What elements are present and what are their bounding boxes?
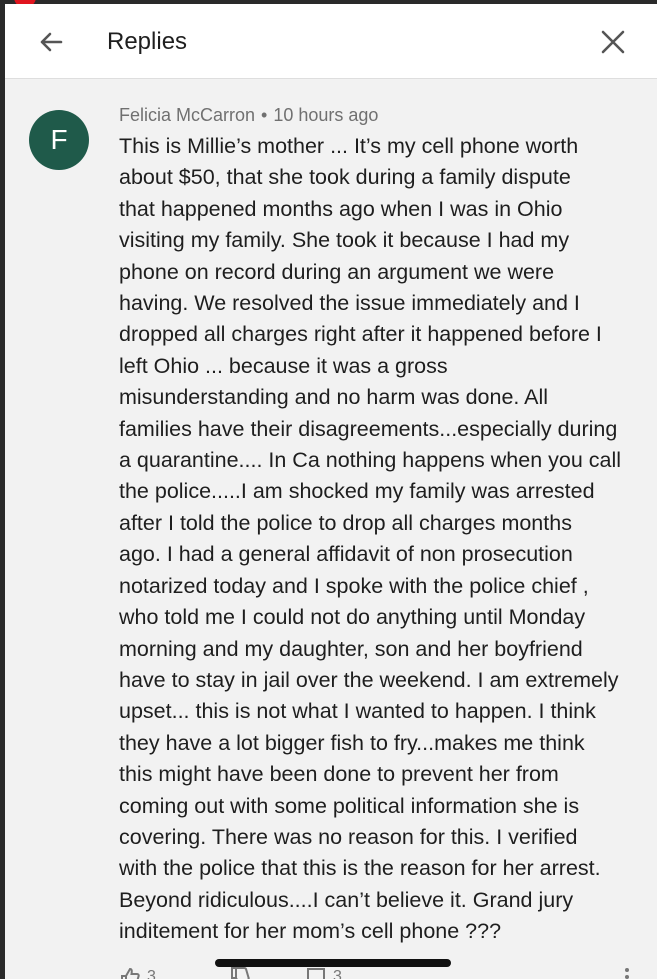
reply-button[interactable]: 3 (305, 966, 342, 979)
comment-text-line: morning and my daughter, son and her boy… (119, 636, 583, 661)
comment-text-line: they have a lot bigger fish to fry...mak… (119, 730, 585, 755)
like-count: 3 (147, 968, 156, 979)
comment-meta: Felicia McCarron • 10 hours ago (119, 102, 378, 128)
comment-text-line: coming out with some political informati… (119, 793, 580, 818)
comment-text-line: ago. I had a general affidavit of non pr… (119, 542, 573, 567)
meta-separator: • (261, 105, 268, 125)
comment-text-line: visiting my family. She took it because … (119, 228, 570, 253)
avatar[interactable]: F (29, 110, 89, 170)
comment-actions: 3 3 (119, 966, 639, 979)
comment-text-line: inditement for her mom’s cell phone ??? (119, 919, 502, 944)
comment-text-line: have to stay in jail over the weekend. I… (119, 667, 619, 692)
dislike-button[interactable] (229, 966, 251, 979)
comment-text-line: the police.....I am shocked my family wa… (119, 479, 595, 504)
comment-text-line: that happened months ago when I was in O… (119, 196, 563, 221)
comment-text-line: This is Millie’s mother ... It’s my cell… (119, 134, 579, 158)
comment-text-line: families have their disagreements...espe… (119, 416, 618, 441)
comment-text-line: upset... this is not what I wanted to ha… (119, 699, 596, 724)
comment-text-line: who told me I could not do anything unti… (119, 605, 586, 630)
comment-text-line: phone on record during an argument we we… (119, 259, 555, 284)
more-options-button[interactable] (623, 966, 631, 979)
comment-text-line: Beyond ridiculous....I can’t believe it.… (119, 887, 574, 912)
comment-text-line: after I told the police to drop all char… (119, 510, 572, 535)
close-button[interactable] (595, 24, 631, 60)
more-vert-icon (625, 968, 629, 979)
comment-text-line: about $50, that she took during a family… (119, 165, 571, 190)
replies-header: Replies (5, 4, 657, 79)
page-title: Replies (107, 28, 188, 55)
comment-text-line: misunderstanding and no harm was done. A… (119, 385, 549, 410)
avatar-letter: F (50, 124, 68, 155)
comment-text-line: this might have been done to prevent her… (119, 762, 559, 787)
comment-text-line: having. We resolved the issue immediatel… (119, 291, 580, 316)
comment-time: 10 hours ago (273, 105, 379, 125)
replies-panel: Replies F Felicia McCarron • 10 hours ago … (5, 4, 657, 979)
back-arrow-icon (40, 32, 63, 52)
like-button[interactable]: 3 (119, 966, 156, 979)
author-name[interactable]: Felicia McCarron (119, 105, 255, 125)
comment-text-line: covering. There was no reason for this. … (119, 824, 578, 849)
comment-text: This is Millie’s mother ... It’s my cell… (119, 131, 649, 948)
comment-text-line: with the police that this is the reason … (119, 856, 601, 881)
thumbs-up-icon (121, 967, 140, 979)
home-indicator[interactable] (215, 959, 451, 967)
back-button[interactable] (33, 24, 69, 60)
close-icon (601, 30, 625, 54)
comment-text-line: dropped all charges right after it happe… (119, 322, 602, 347)
comment-text-line: left Ohio ... because it was a gross (119, 353, 448, 378)
comment-text-line: notarized today and I spoke with the pol… (119, 573, 589, 598)
comment-text-line: a quarantine.... In Ca nothing happens w… (119, 448, 622, 473)
thumbs-down-icon (231, 967, 250, 979)
comment-icon (307, 968, 325, 979)
reply-count: 3 (333, 968, 342, 979)
